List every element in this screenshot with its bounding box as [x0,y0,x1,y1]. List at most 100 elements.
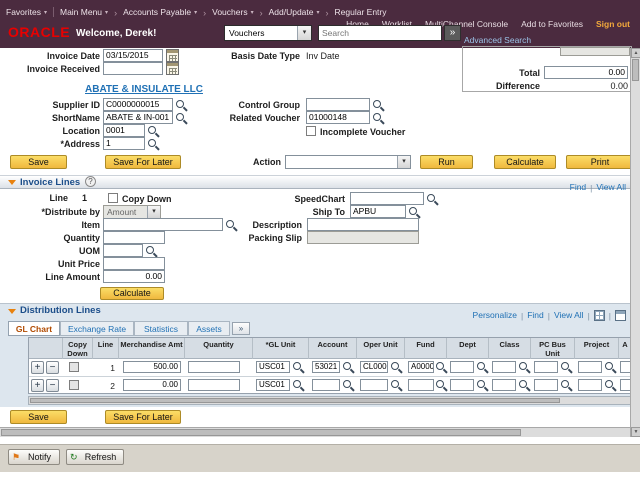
search-go-button[interactable]: » [444,25,461,41]
incomplete-voucher-checkbox[interactable] [306,126,316,136]
dept-lookup-icon[interactable] [476,361,488,373]
project-input[interactable] [578,361,602,373]
total-input[interactable]: 0.00 [544,66,628,79]
print-button[interactable]: Print [566,155,634,169]
show-all-tabs-icon[interactable]: » [232,322,250,335]
class-lookup-icon[interactable] [518,361,530,373]
run-button[interactable]: Run [420,155,473,169]
supplier-name-link[interactable]: ABATE & INSULATE LLC [85,84,203,95]
fund-input[interactable] [408,379,434,391]
speedchart-lookup-icon[interactable] [426,193,438,205]
breadcrumb-accounts-payable[interactable]: Accounts Payable [123,7,197,17]
fund-lookup-icon[interactable] [435,379,447,391]
refresh-button[interactable]: ↻ Refresh [66,449,124,465]
vertical-scrollbar-thumb[interactable] [632,59,639,81]
breadcrumb-vouchers[interactable]: Vouchers [212,7,253,17]
copy-down-checkbox[interactable] [108,193,118,203]
location-input[interactable]: 0001 [103,124,145,137]
notify-button[interactable]: ⚑ Notify [8,449,60,465]
advanced-search-link[interactable]: Advanced Search [464,35,531,45]
tab-assets[interactable]: Assets [188,321,230,336]
tab-exchange-rate[interactable]: Exchange Rate [60,321,134,336]
address-input[interactable]: 1 [103,137,145,150]
row-copy-down-checkbox[interactable] [69,362,79,372]
row-copy-down-checkbox[interactable] [69,380,79,390]
save-button[interactable]: Save [10,155,67,169]
address-lookup-icon[interactable] [147,138,159,150]
invoice-date-calendar-icon[interactable] [166,49,179,62]
tab-statistics[interactable]: Statistics [134,321,188,336]
scroll-up-icon[interactable]: ▲ [631,48,640,58]
control-group-input[interactable] [306,98,370,111]
invoice-lines-view-all-link[interactable]: View All [596,182,626,192]
ship-to-input[interactable]: APBU [350,205,406,218]
collapse-distribution-icon[interactable] [8,309,16,314]
distribution-view-all-link[interactable]: View All [554,310,584,320]
personalize-link[interactable]: Personalize [473,310,517,320]
save-button-bottom[interactable]: Save [10,410,67,424]
oper-unit-lookup-icon[interactable] [390,379,402,391]
merchandise-amt-input[interactable]: 500.00 [123,361,181,373]
location-lookup-icon[interactable] [147,125,159,137]
vertical-scrollbar[interactable]: ▲ ▼ [630,48,640,437]
ship-to-lookup-icon[interactable] [408,206,420,218]
grid-scrollbar-thumb[interactable] [30,398,560,403]
speedchart-input[interactable] [350,192,424,205]
account-input[interactable] [312,379,340,391]
distribute-by-select[interactable]: Amount [103,205,161,219]
pc-bus-unit-input[interactable] [534,379,558,391]
save-for-later-button[interactable]: Save For Later [105,155,181,169]
gl-unit-lookup-icon[interactable] [292,379,304,391]
dept-input[interactable] [450,379,474,391]
oper-unit-input[interactable]: CL000 [360,361,388,373]
merchandise-amt-input[interactable]: 0.00 [123,379,181,391]
row-quantity-input[interactable] [188,361,240,373]
page-scrollbar-thumb[interactable] [1,429,521,436]
action-select[interactable] [285,155,411,169]
account-input[interactable]: 53021 [312,361,340,373]
download-grid-icon[interactable] [594,310,605,321]
zoom-grid-icon[interactable] [615,310,626,321]
oper-unit-lookup-icon[interactable] [390,361,402,373]
pc-bus-unit-lookup-icon[interactable] [560,379,572,391]
pc-bus-unit-input[interactable] [534,361,558,373]
invoice-lines-find-link[interactable]: Find [570,182,587,192]
class-input[interactable] [492,361,516,373]
favorites-menu[interactable]: Favorites [6,7,47,17]
fund-input[interactable]: A0000 [408,361,434,373]
dept-lookup-icon[interactable] [476,379,488,391]
unit-price-input[interactable] [103,257,165,270]
project-lookup-icon[interactable] [604,361,616,373]
shortname-input[interactable]: ABATE & IN-001 [103,111,173,124]
page-horizontal-scrollbar[interactable] [0,427,630,437]
breadcrumb-add-update[interactable]: Add/Update [269,7,320,17]
quantity-input[interactable] [103,231,165,244]
description-input[interactable] [307,218,419,231]
grid-horizontal-scrollbar[interactable] [28,396,632,405]
tab-gl-chart[interactable]: GL Chart [8,321,60,336]
fund-lookup-icon[interactable] [435,361,447,373]
related-voucher-lookup-icon[interactable] [372,112,384,124]
dept-input[interactable] [450,361,474,373]
invoice-received-input[interactable] [103,62,163,75]
invoice-date-input[interactable]: 03/15/2015 [103,49,163,62]
add-row-button[interactable] [31,379,44,392]
project-lookup-icon[interactable] [604,379,616,391]
account-lookup-icon[interactable] [342,379,354,391]
main-menu[interactable]: Main Menu [60,7,108,17]
line-calculate-button[interactable]: Calculate [100,287,164,300]
delete-row-button[interactable] [46,361,59,374]
row-quantity-input[interactable] [188,379,240,391]
add-row-button[interactable] [31,361,44,374]
breadcrumb-regular-entry[interactable]: Regular Entry [335,7,387,17]
shortname-lookup-icon[interactable] [175,112,187,124]
collapse-invoice-lines-icon[interactable] [8,180,16,185]
uom-input[interactable] [103,244,143,257]
invoice-received-calendar-icon[interactable] [166,62,179,75]
project-input[interactable] [578,379,602,391]
search-input[interactable] [318,25,442,41]
class-input[interactable] [492,379,516,391]
distribution-find-link[interactable]: Find [527,310,544,320]
uom-lookup-icon[interactable] [145,245,157,257]
save-for-later-button-bottom[interactable]: Save For Later [105,410,181,424]
